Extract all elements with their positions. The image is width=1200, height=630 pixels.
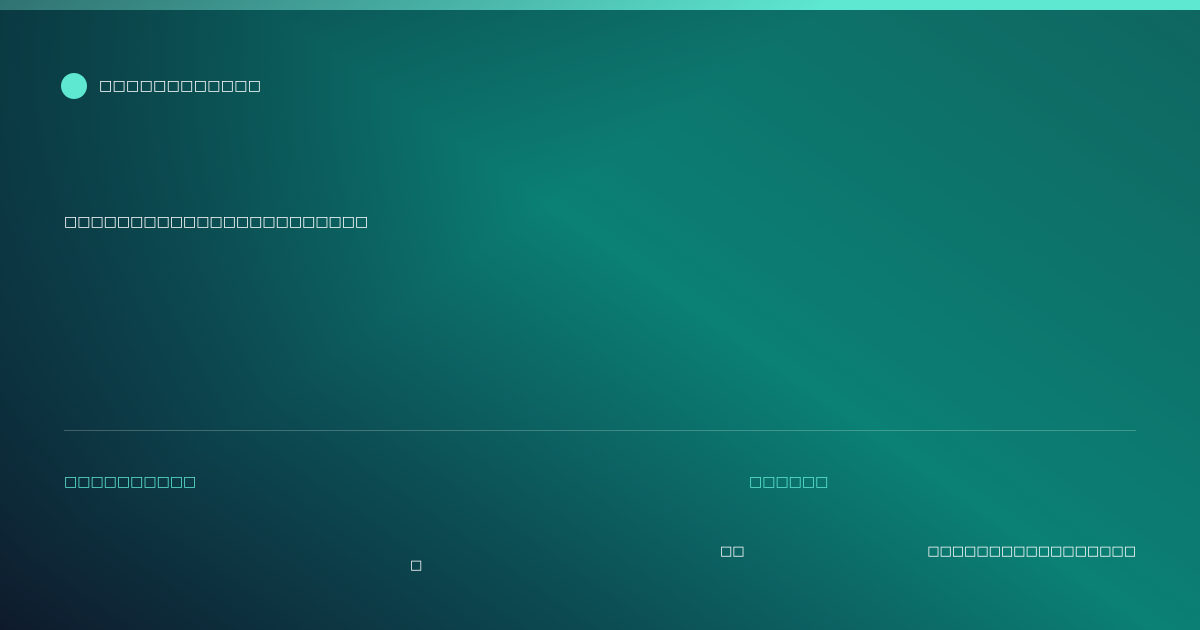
divider bbox=[64, 430, 1136, 431]
circle-logo-icon bbox=[61, 73, 87, 99]
social-card: □□□□□□□□□□□□ □□□□□□□□□□□□□□□□□□□□□□□ □□□… bbox=[0, 0, 1200, 630]
headline: □□□□□□□□□□□□□□□□□□□□□□□ bbox=[64, 214, 369, 230]
footer-meta-b: □□ bbox=[720, 544, 745, 559]
footer-meta-c: □□□□□□□□□□□□□□□□□ bbox=[927, 544, 1136, 559]
footer-right-label: □□□□□□ bbox=[749, 474, 829, 490]
brand-name: □□□□□□□□□□□□ bbox=[99, 78, 262, 94]
footer-left-label: □□□□□□□□□□ bbox=[64, 474, 197, 490]
brand: □□□□□□□□□□□□ bbox=[61, 73, 261, 99]
top-accent-bar bbox=[0, 0, 1200, 10]
footer-meta-a: □ bbox=[410, 558, 423, 573]
